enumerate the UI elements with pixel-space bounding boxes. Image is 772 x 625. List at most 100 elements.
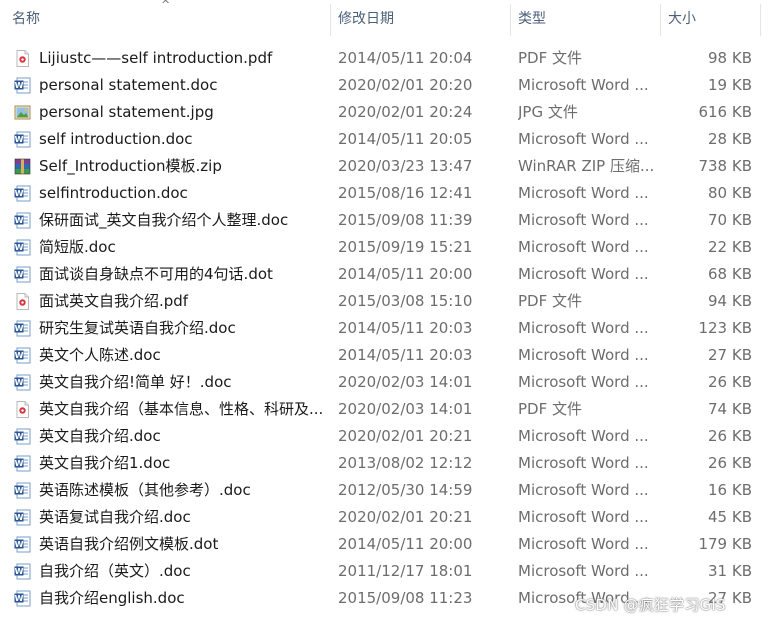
file-modified-date: 2015/09/08 11:23 [338, 589, 473, 607]
file-name: 保研面试_英文自我介绍个人整理.doc [39, 211, 289, 229]
pdf-icon [14, 401, 31, 418]
word-icon: W [14, 455, 31, 472]
file-row[interactable]: W 面试谈自身缺点不可用的4句话.dot 2014/05/11 20:00 Micr… [0, 261, 772, 288]
svg-text:W: W [15, 81, 24, 90]
file-row[interactable]: W 保研面试_英文自我介绍个人整理.doc 2015/09/08 11:39 Mic… [0, 207, 772, 234]
file-type: Microsoft Word ... [518, 562, 649, 580]
file-row[interactable]: W 研究生复试英语自我介绍.doc 2014/05/11 20:03 Microso… [0, 315, 772, 342]
file-name: 英文自我介绍（基本信息、性格、科研及... [39, 400, 324, 418]
file-name: 面试英文自我介绍.pdf [39, 292, 189, 310]
svg-text:W: W [15, 324, 24, 333]
file-type: WinRAR ZIP 压缩... [518, 157, 655, 175]
word-icon: W [14, 77, 31, 94]
file-type: PDF 文件 [518, 292, 582, 310]
file-size: 45 KB [708, 508, 752, 526]
file-row[interactable]: W 英文自我介绍.doc 2020/02/01 20:21 Microsoft Wo… [0, 423, 772, 450]
file-size: 28 KB [708, 130, 752, 148]
file-row[interactable]: W 英语自我介绍例文模板.dot 2014/05/11 20:00 Microsof… [0, 531, 772, 558]
file-size: 123 KB [698, 319, 752, 337]
file-size: 31 KB [708, 562, 752, 580]
file-modified-date: 2013/08/02 12:12 [338, 454, 473, 472]
file-row[interactable]: W selfintroduction.doc 2015/08/16 12:41 Mi… [0, 180, 772, 207]
svg-text:W: W [15, 540, 24, 549]
svg-text:W: W [15, 567, 24, 576]
file-row[interactable]: 英文自我介绍（基本信息、性格、科研及... 2020/02/03 14:01 PDF… [0, 396, 772, 423]
file-name: personal statement.doc [39, 76, 218, 94]
file-type: Microsoft Word ... [518, 319, 649, 337]
word-icon: W [14, 131, 31, 148]
file-row[interactable]: W 英文自我介绍!简单 好！.doc 2020/02/03 14:01 Micros… [0, 369, 772, 396]
word-icon: W [14, 374, 31, 391]
file-name: self introduction.doc [39, 130, 193, 148]
file-modified-date: 2020/02/03 14:01 [338, 373, 473, 391]
file-size: 16 KB [708, 481, 752, 499]
word-icon: W [14, 536, 31, 553]
word-icon: W [14, 185, 31, 202]
file-name: 自我介绍english.doc [39, 589, 185, 607]
word-icon: W [14, 563, 31, 580]
column-divider[interactable] [760, 4, 761, 36]
file-name: 英文自我介绍.doc [39, 427, 161, 445]
word-icon: W [14, 239, 31, 256]
file-name: selfintroduction.doc [39, 184, 188, 202]
file-row[interactable]: W 英文个人陈述.doc 2014/05/11 20:03 Microsoft Wo… [0, 342, 772, 369]
svg-text:W: W [15, 459, 24, 468]
file-type: Microsoft Word ... [518, 535, 649, 553]
file-size: 26 KB [708, 454, 752, 472]
file-type: Microsoft Word ... [518, 211, 649, 229]
file-modified-date: 2012/05/30 14:59 [338, 481, 473, 499]
file-modified-date: 2015/08/16 12:41 [338, 184, 473, 202]
file-name: 英语复试自我介绍.doc [39, 508, 191, 526]
file-row[interactable]: personal statement.jpg 2020/02/01 20:24 JP… [0, 99, 772, 126]
svg-text:W: W [15, 270, 24, 279]
file-row[interactable]: Lijiustc——self introduction.pdf 2014/05/1… [0, 45, 772, 72]
word-icon: W [14, 320, 31, 337]
file-modified-date: 2014/05/11 20:03 [338, 319, 473, 337]
file-list: Lijiustc——self introduction.pdf 2014/05/1… [0, 45, 772, 612]
file-modified-date: 2015/03/08 15:10 [338, 292, 473, 310]
file-type: Microsoft Word ... [518, 373, 649, 391]
file-row[interactable]: W 简短版.doc 2015/09/19 15:21 Microsoft Word … [0, 234, 772, 261]
column-header-date[interactable]: 修改日期 [330, 0, 510, 38]
file-row[interactable]: 面试英文自我介绍.pdf 2015/03/08 15:10 PDF 文件 94 KB [0, 288, 772, 315]
file-type: Microsoft Word ... [518, 454, 649, 472]
svg-text:W: W [15, 513, 24, 522]
word-icon: W [14, 347, 31, 364]
file-modified-date: 2020/03/23 13:47 [338, 157, 473, 175]
file-modified-date: 2014/05/11 20:00 [338, 535, 473, 553]
column-header-name[interactable]: 名称 [4, 0, 330, 38]
file-modified-date: 2011/12/17 18:01 [338, 562, 473, 580]
file-modified-date: 2014/05/11 20:03 [338, 346, 473, 364]
file-type: Microsoft Word ... [518, 130, 649, 148]
file-type: Microsoft Word ... [518, 76, 649, 94]
file-name: 面试谈自身缺点不可用的4句话.dot [39, 265, 273, 283]
file-name: 英语陈述模板（其他参考）.doc [39, 481, 251, 499]
file-row[interactable]: W personal statement.doc 2020/02/01 20:20… [0, 72, 772, 99]
file-modified-date: 2014/05/11 20:00 [338, 265, 473, 283]
column-header-type[interactable]: 类型 [510, 0, 660, 38]
word-icon: W [14, 509, 31, 526]
file-size: 26 KB [708, 373, 752, 391]
image-icon [14, 104, 31, 121]
file-size: 80 KB [708, 184, 752, 202]
file-name: Lijiustc——self introduction.pdf [39, 49, 273, 67]
file-row[interactable]: W 英语复试自我介绍.doc 2020/02/01 20:21 Microsoft … [0, 504, 772, 531]
file-size: 19 KB [708, 76, 752, 94]
file-size: 70 KB [708, 211, 752, 229]
file-type: Microsoft Word ... [518, 184, 649, 202]
file-type: Microsoft Word ... [518, 238, 649, 256]
svg-text:W: W [15, 432, 24, 441]
svg-text:W: W [15, 486, 24, 495]
file-size: 98 KB [708, 49, 752, 67]
column-header-size[interactable]: 大小 [660, 0, 760, 38]
file-modified-date: 2020/02/03 14:01 [338, 400, 473, 418]
file-row[interactable]: Self_Introduction模板.zip 2020/03/23 13:47 W… [0, 153, 772, 180]
file-size: 616 KB [698, 103, 752, 121]
file-modified-date: 2020/02/01 20:24 [338, 103, 473, 121]
file-row[interactable]: W 自我介绍（英文）.doc 2011/12/17 18:01 Microsoft … [0, 558, 772, 585]
file-row[interactable]: W self introduction.doc 2014/05/11 20:05 M… [0, 126, 772, 153]
file-row[interactable]: W 英语陈述模板（其他参考）.doc 2012/05/30 14:59 Micros… [0, 477, 772, 504]
file-size: 179 KB [698, 535, 752, 553]
file-row[interactable]: W 英文自我介绍1.doc 2013/08/02 12:12 Microsoft W… [0, 450, 772, 477]
file-name: 自我介绍（英文）.doc [39, 562, 191, 580]
